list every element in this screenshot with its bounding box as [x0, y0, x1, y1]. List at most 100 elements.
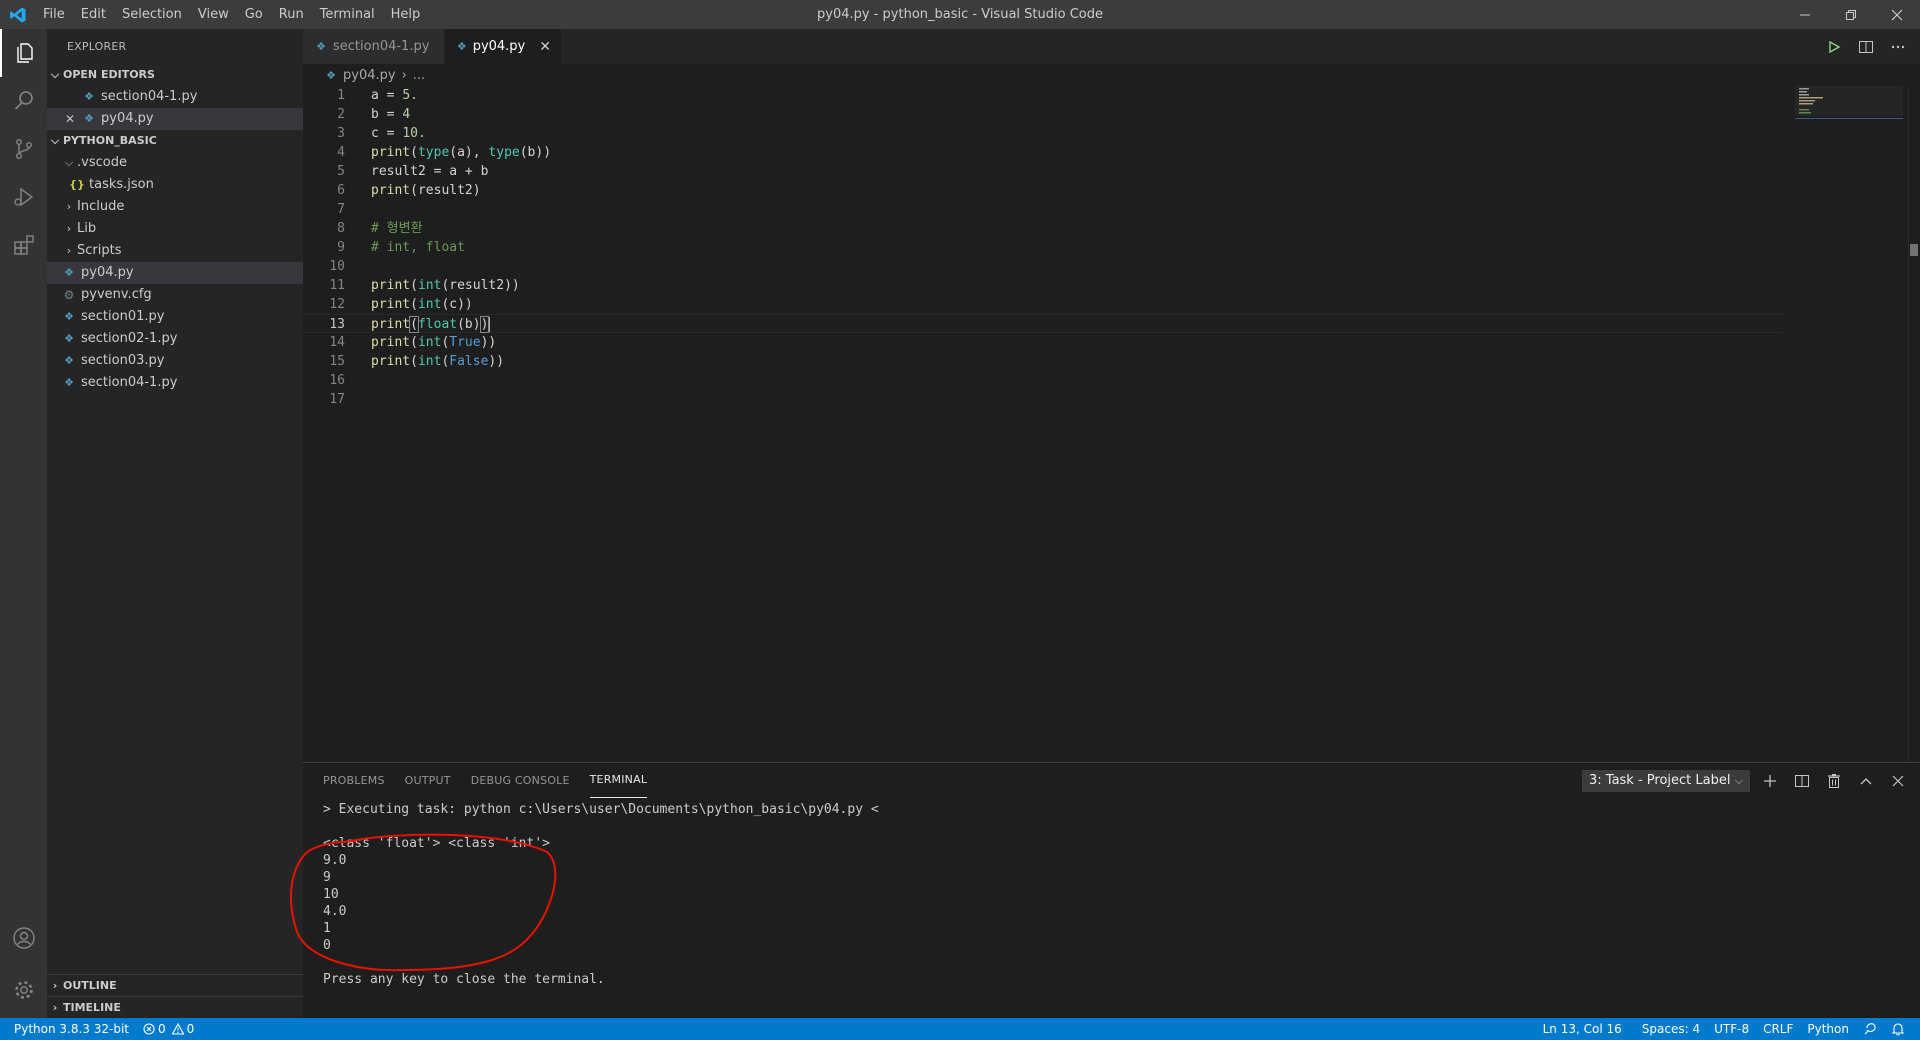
- project-folder-header[interactable]: ⌵ PYTHON_BASIC: [47, 130, 303, 152]
- files-icon: [16, 43, 33, 63]
- tab-label: section04-1.py: [333, 39, 430, 54]
- tree-file-pyvenv[interactable]: ⚙ pyvenv.cfg: [47, 284, 303, 306]
- window-controls: [1782, 0, 1920, 29]
- source-control-button[interactable]: [0, 125, 47, 173]
- close-icon: [1891, 9, 1903, 20]
- menu-selection[interactable]: Selection: [114, 0, 190, 29]
- cursor-position[interactable]: Ln 13, Col 16: [1536, 1018, 1629, 1040]
- code-text: a = 5.: [371, 88, 418, 103]
- search-icon: [14, 91, 33, 110]
- end-of-line[interactable]: CRLF: [1756, 1018, 1800, 1040]
- code-text: print(int(True)): [371, 335, 497, 350]
- manage-button[interactable]: [0, 966, 47, 1014]
- line-number: 3: [337, 126, 345, 141]
- explorer-title: EXPLORER: [67, 40, 127, 53]
- close-editor-icon[interactable]: ✕: [63, 108, 77, 130]
- line-number: 16: [329, 373, 345, 388]
- editor-scrollbar[interactable]: [1906, 86, 1920, 762]
- tab-section04-1[interactable]: ❖ section04-1.py: [303, 29, 445, 64]
- close-panel-button[interactable]: [1886, 769, 1910, 793]
- run-file-button[interactable]: [1820, 33, 1848, 61]
- feedback-button[interactable]: [1856, 1022, 1884, 1036]
- python-file-icon: ❖: [84, 112, 94, 125]
- tab-problems[interactable]: PROBLEMS: [323, 763, 385, 798]
- minimap[interactable]: [1793, 86, 1903, 762]
- search-button[interactable]: [0, 77, 47, 125]
- chevron-right-icon: ›: [401, 67, 407, 83]
- encoding[interactable]: UTF-8: [1707, 1018, 1756, 1040]
- explorer-button[interactable]: [0, 29, 47, 77]
- tree-folder-lib[interactable]: › Lib: [47, 218, 303, 240]
- close-tab-icon[interactable]: ✕: [539, 39, 551, 55]
- tab-py04[interactable]: ❖ py04.py ✕: [445, 29, 562, 64]
- play-icon: [1829, 40, 1841, 53]
- indentation[interactable]: Spaces: 4: [1635, 1018, 1707, 1040]
- new-terminal-button[interactable]: [1758, 769, 1782, 793]
- tree-file-section03[interactable]: ❖ section03.py: [47, 350, 303, 372]
- line-number: 15: [329, 354, 345, 369]
- code-line: 9 # int, float: [303, 238, 1783, 257]
- notifications-button[interactable]: [1884, 1022, 1912, 1036]
- run-debug-button[interactable]: [0, 173, 47, 221]
- breadcrumb-symbols[interactable]: ...: [413, 68, 425, 83]
- trash-icon: [1828, 773, 1840, 788]
- tree-folder-scripts[interactable]: › Scripts: [47, 240, 303, 262]
- code-comment: # 형변환: [371, 221, 423, 236]
- tree-folder-include[interactable]: › Include: [47, 196, 303, 218]
- restore-button[interactable]: [1828, 0, 1874, 29]
- tree-file-section04[interactable]: ❖ section04-1.py: [47, 372, 303, 394]
- split-terminal-button[interactable]: [1790, 769, 1814, 793]
- more-actions-button[interactable]: [1884, 33, 1912, 61]
- menu-terminal[interactable]: Terminal: [312, 0, 383, 29]
- tree-file-section01[interactable]: ❖ section01.py: [47, 306, 303, 328]
- timeline-header[interactable]: › TIMELINE: [47, 997, 303, 1019]
- outline-header[interactable]: › OUTLINE: [47, 975, 303, 997]
- tab-debug-console[interactable]: DEBUG CONSOLE: [471, 763, 570, 798]
- split-editor-icon: [1859, 40, 1873, 53]
- code-editor[interactable]: 1 a = 5. 2 b = 4 3 c = 10. 4 print(type(a), …: [303, 86, 1920, 762]
- open-editors-header[interactable]: ⌵ OPEN EDITORS: [47, 64, 303, 86]
- open-editor-item[interactable]: ❖ section04-1.py: [47, 86, 303, 108]
- menu-edit[interactable]: Edit: [73, 0, 114, 29]
- accounts-button[interactable]: [0, 914, 47, 962]
- language-mode[interactable]: Python: [1800, 1018, 1856, 1040]
- chevron-right-icon: ›: [52, 979, 58, 992]
- menu-go[interactable]: Go: [237, 0, 271, 29]
- menu-help[interactable]: Help: [383, 0, 429, 29]
- terminal-selector[interactable]: 3: Task - Project Label ⌵: [1582, 769, 1750, 792]
- code-line: 4 print(type(a), type(b)): [303, 143, 1783, 162]
- menu-file[interactable]: File: [35, 0, 73, 29]
- activity-bar: [0, 29, 47, 1018]
- tab-output[interactable]: OUTPUT: [405, 763, 451, 798]
- tree-file-section02[interactable]: ❖ section02-1.py: [47, 328, 303, 350]
- open-editor-item-active[interactable]: ✕ ❖ py04.py: [47, 108, 303, 130]
- problems-indicator[interactable]: 0 0: [136, 1018, 201, 1040]
- annotation-circle: [290, 833, 557, 972]
- close-window-button[interactable]: [1874, 0, 1920, 29]
- tree-item-label: .vscode: [77, 155, 127, 170]
- tab-terminal[interactable]: TERMINAL: [589, 763, 648, 798]
- code-line: 6 print(result2): [303, 181, 1783, 200]
- run-debug-icon: [13, 187, 33, 207]
- menu-run[interactable]: Run: [271, 0, 312, 29]
- tree-file-py04[interactable]: ❖ py04.py: [47, 262, 303, 284]
- maximize-panel-button[interactable]: [1854, 769, 1878, 793]
- kill-terminal-button[interactable]: [1822, 769, 1846, 793]
- python-file-icon: ❖: [64, 266, 74, 279]
- menu-view[interactable]: View: [190, 0, 237, 29]
- open-editors-label: OPEN EDITORS: [63, 68, 155, 81]
- line-number: 1: [337, 88, 345, 103]
- minimize-button[interactable]: [1782, 0, 1828, 29]
- code-text: print(type(a), type(b)): [371, 145, 552, 160]
- line-number: 9: [337, 240, 345, 255]
- python-file-icon: ❖: [64, 354, 74, 367]
- open-editor-label: py04.py: [101, 111, 154, 126]
- tree-file-tasks-json[interactable]: {} tasks.json: [47, 174, 303, 196]
- split-editor-button[interactable]: [1852, 33, 1880, 61]
- breadcrumb-file[interactable]: py04.py: [343, 68, 396, 83]
- tree-folder-vscode[interactable]: ⌵ .vscode: [47, 152, 303, 174]
- extensions-button[interactable]: [0, 221, 47, 269]
- more-icon: [1891, 45, 1905, 48]
- python-interpreter[interactable]: Python 3.8.3 32-bit: [0, 1018, 136, 1040]
- close-icon: [1892, 775, 1904, 786]
